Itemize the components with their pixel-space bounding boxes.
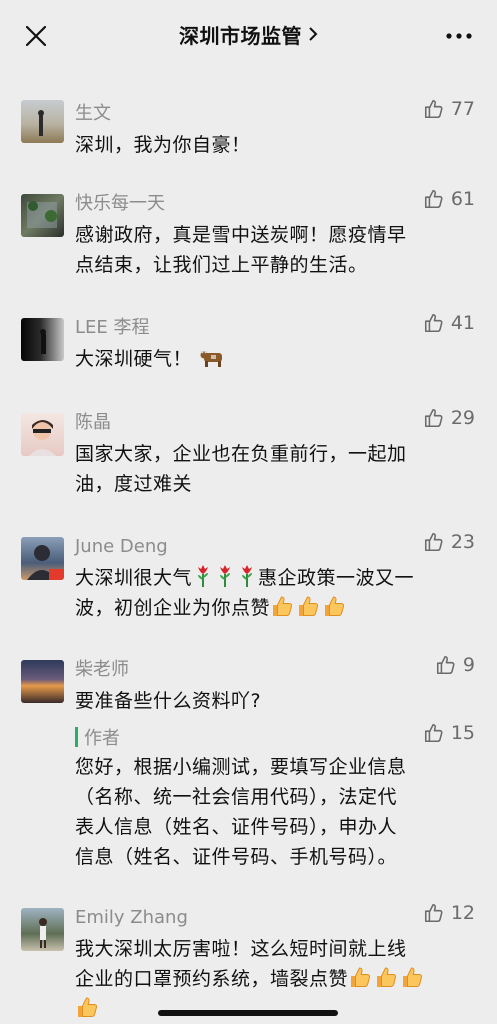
comment-text-line: 点结束，让我们过上平静的生活。 (75, 254, 368, 276)
like-button[interactable]: 77 (423, 98, 475, 120)
thumb-up-icon (423, 98, 445, 120)
like-count: 9 (462, 654, 475, 676)
rose-emoji (192, 564, 214, 588)
comment-item: Emily Zhang 12 我大深圳太厉害啦！这么短时间就上线 企业的口罩预约… (0, 902, 497, 1024)
comment-item: 快乐每一天 61 感谢政府，真是雪中送炭啊！愿疫情早 点结束，让我们过上平静的生… (0, 188, 497, 280)
comment-text: 大深圳硬气！ (75, 344, 475, 374)
rose-emoji (236, 564, 258, 588)
author-tag: 作者 (75, 722, 475, 752)
thumb-up-icon (423, 188, 445, 210)
commenter-name: LEE 李程 (75, 317, 150, 338)
thumbs-up-emoji (296, 594, 322, 618)
more-button[interactable] (445, 26, 473, 46)
like-count: 29 (450, 407, 475, 429)
comment-text-line: 企业的口罩预约系统，墙裂点赞 (75, 964, 475, 994)
comment-text-line (75, 994, 475, 1024)
comment-text: 深圳，我为你自豪！ (75, 134, 251, 156)
like-button[interactable]: 9 (435, 654, 475, 676)
commenter-name: 快乐每一天 (75, 193, 165, 214)
chevron-right-icon (309, 27, 318, 41)
like-count: 12 (450, 902, 475, 924)
like-count: 61 (450, 188, 475, 210)
comment-text: 感谢政府，真是雪中送炭啊！愿疫情早 点结束，让我们过上平静的生活。 (75, 220, 475, 280)
commenter-name: Emily Zhang (75, 907, 188, 928)
commenter-name: 柴老师 (75, 659, 129, 680)
thumbs-up-emoji (270, 594, 296, 618)
thumbs-up-emoji (400, 965, 426, 989)
more-icon (446, 33, 472, 39)
home-indicator[interactable] (158, 1010, 338, 1016)
reply-text-line: 信息（姓名、证件号码、手机号码）。 (75, 846, 398, 868)
comment-item: LEE 李程 41 大深圳硬气！ (0, 312, 497, 374)
author-label: 作者 (84, 728, 120, 749)
comment-text-span: 惠企政策一波又一 (258, 567, 415, 589)
comment-text-line: 大深圳很大气 惠企政策一波又一 (75, 563, 475, 593)
comment-text-line: 感谢政府，真是雪中送炭啊！愿疫情早 (75, 224, 407, 246)
reply-like-button[interactable]: 15 (423, 722, 475, 744)
avatar[interactable] (21, 660, 64, 703)
comment-text-span: 大深圳很大气 (75, 567, 193, 589)
like-count: 77 (450, 98, 475, 120)
reply-text-line: （名称、统一社会信用代码），法定代 (75, 786, 398, 808)
thumb-up-icon (423, 312, 445, 334)
like-button[interactable]: 29 (423, 407, 475, 429)
author-reply: 作者 15 您好，根据小编测试，要填写企业信息 （名称、统一社会信用代码），法定… (75, 722, 475, 872)
reply-text-line: 表人信息（姓名、证件号码），申办人 (75, 816, 398, 838)
thumb-up-icon (423, 407, 445, 429)
comment-text-span: 大深圳硬气！ (75, 348, 193, 370)
comment-item: 生文 77 深圳，我为你自豪！ (0, 98, 497, 160)
account-title-link[interactable]: 深圳市场监管 (179, 20, 318, 49)
author-bar (75, 727, 78, 747)
comment-text: 要准备些什么资料吖? (75, 690, 262, 712)
reply-text: 您好，根据小编测试，要填写企业信息 （名称、统一社会信用代码），法定代 表人信息… (75, 752, 475, 872)
commenter-name: 陈晶 (75, 412, 111, 433)
comment-text-line: 波，初创企业为你点赞 (75, 593, 475, 623)
comment-text-span: 企业的口罩预约系统，墙裂点赞 (75, 968, 349, 990)
nav-bar: 深圳市场监管 (0, 0, 497, 68)
thumbs-up-emoji (348, 965, 374, 989)
thumbs-up-emoji (322, 594, 348, 618)
close-button[interactable] (22, 22, 50, 50)
like-button[interactable]: 12 (423, 902, 475, 924)
like-count: 15 (450, 722, 475, 744)
comment-item: 柴老师 9 要准备些什么资料吖? 作者 15 您好，根据小编测试，要填写企业信息… (0, 654, 497, 872)
thumb-up-icon (423, 531, 445, 553)
like-count: 23 (450, 531, 475, 553)
comment-item: 陈晶 29 国家大家，企业也在负重前行，一起加 油，度过难关 (0, 407, 497, 499)
like-button[interactable]: 61 (423, 188, 475, 210)
comment-text-span: 波，初创企业为你点赞 (75, 597, 271, 619)
thumbs-up-emoji (75, 995, 101, 1019)
thumb-up-icon (423, 902, 445, 924)
like-button[interactable]: 23 (423, 531, 475, 553)
avatar[interactable] (21, 318, 64, 361)
comment-item: June Deng 23 大深圳很大气 惠企政策一波又一 波，初创企业为你点赞 (0, 531, 497, 623)
close-icon (25, 25, 47, 47)
rose-emoji (214, 564, 236, 588)
comment-text-line: 油，度过难关 (75, 473, 193, 495)
comment-text-line: 国家大家，企业也在负重前行，一起加 (75, 443, 407, 465)
thumb-up-icon (435, 654, 457, 676)
thumb-up-icon (423, 722, 445, 744)
avatar[interactable] (21, 908, 64, 951)
comment-text: 大深圳很大气 惠企政策一波又一 波，初创企业为你点赞 (75, 563, 475, 623)
commenter-name: 生文 (75, 103, 111, 124)
page-title: 深圳市场监管 (179, 23, 302, 48)
avatar[interactable] (21, 194, 64, 237)
comment-text: 国家大家，企业也在负重前行，一起加 油，度过难关 (75, 439, 475, 499)
cow-emoji (200, 350, 222, 367)
comment-text-line: 我大深圳太厉害啦！这么短时间就上线 (75, 938, 407, 960)
commenter-name: June Deng (75, 536, 168, 557)
like-count: 41 (450, 312, 475, 334)
like-button[interactable]: 41 (423, 312, 475, 334)
reply-text-line: 您好，根据小编测试，要填写企业信息 (75, 756, 407, 778)
thumbs-up-emoji (374, 965, 400, 989)
avatar[interactable] (21, 537, 64, 580)
avatar[interactable] (21, 100, 64, 143)
avatar[interactable] (21, 413, 64, 456)
